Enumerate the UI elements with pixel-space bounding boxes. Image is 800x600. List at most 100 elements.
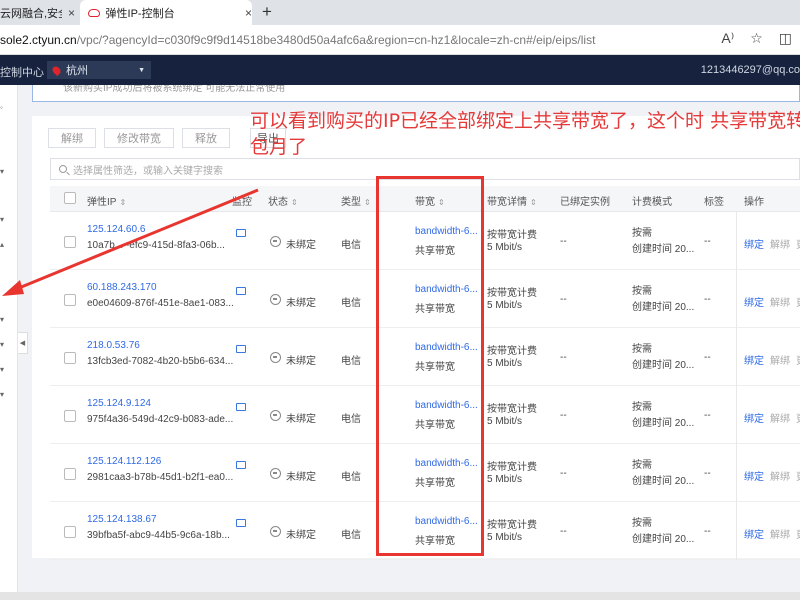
browser-tab-ctyun[interactable]: 云网融合,安全可 × — [0, 0, 80, 25]
eip-id: 2981caa3-b78b-45d1-b2f1-ea0... — [87, 472, 234, 483]
row-checkbox[interactable] — [64, 352, 76, 364]
created-time: 创建时间 20... — [632, 360, 695, 371]
eip-id: 10a7b... -efc9-415d-8fa3-06b... — [87, 240, 225, 251]
more-link[interactable]: 更 — [796, 414, 800, 425]
horizontal-scrollbar[interactable] — [0, 592, 800, 600]
bandwidth-size: 5 Mbit/s — [487, 358, 523, 369]
unbind-link[interactable]: 解绑 — [770, 240, 790, 251]
close-icon[interactable]: × — [68, 6, 75, 20]
monitor-icon[interactable] — [236, 519, 246, 527]
bound-instance: -- — [560, 294, 567, 305]
modify-bandwidth-button[interactable]: 修改带宽 — [104, 128, 174, 148]
tag-value: -- — [704, 468, 711, 479]
more-link[interactable]: 更 — [796, 298, 800, 309]
unbind-link[interactable]: 解绑 — [770, 356, 790, 367]
search-icon[interactable]: ◦ — [0, 103, 3, 112]
unbind-link[interactable]: 解绑 — [770, 298, 790, 309]
address-bar[interactable]: sole2.ctyun.cn/vpc/?agencyId=c030f9c9f9d… — [0, 25, 800, 55]
browser-tab-eip-console[interactable]: 弹性IP-控制台 × — [80, 0, 252, 25]
billing-mode: 按需 — [632, 228, 652, 239]
billing-mode: 按需 — [632, 460, 652, 471]
billing-mode: 按需 — [632, 344, 652, 355]
eip-address-link[interactable]: 218.0.53.76 — [87, 340, 140, 351]
chevron-down-icon[interactable]: ▾ — [0, 340, 4, 349]
monitor-icon[interactable] — [236, 403, 246, 411]
more-link[interactable]: 更 — [796, 356, 800, 367]
bind-link[interactable]: 绑定 — [744, 298, 764, 309]
bandwidth-billing: 按带宽计费 — [487, 288, 537, 299]
bind-link[interactable]: 绑定 — [744, 472, 764, 483]
bound-instance: -- — [560, 236, 567, 247]
release-button[interactable]: 释放 — [182, 128, 230, 148]
monitor-icon[interactable] — [236, 461, 246, 469]
chevron-down-icon[interactable]: ▾ — [0, 215, 4, 224]
region-selector[interactable]: 杭州 ▼ — [47, 61, 151, 79]
sort-icon: ⇕ — [119, 198, 127, 207]
more-link[interactable]: 更 — [796, 240, 800, 251]
chevron-down-icon[interactable]: ▾ — [0, 390, 4, 399]
chevron-up-icon[interactable]: ▴ — [0, 240, 4, 249]
chevron-down-icon[interactable]: ▾ — [0, 167, 4, 176]
account-name[interactable]: 1213446297@qq.co — [701, 64, 800, 76]
bind-link[interactable]: 绑定 — [744, 356, 764, 367]
ops-divider — [736, 212, 737, 270]
monitor-icon[interactable] — [236, 229, 246, 237]
eip-id: 39bfba5f-abc9-44b5-9c6a-18b... — [87, 530, 230, 541]
url-text[interactable]: sole2.ctyun.cn/vpc/?agencyId=c030f9c9f9d… — [0, 33, 595, 47]
more-link[interactable]: 更 — [796, 472, 800, 483]
bandwidth-size: 5 Mbit/s — [487, 532, 523, 543]
bind-link[interactable]: 绑定 — [744, 530, 764, 541]
row-checkbox[interactable] — [64, 410, 76, 422]
row-checkbox[interactable] — [64, 468, 76, 480]
ops-divider — [736, 444, 737, 502]
close-icon[interactable]: × — [245, 6, 252, 20]
search-placeholder: 选择属性筛选，或输入关键字搜索 — [73, 165, 223, 177]
created-time: 创建时间 20... — [632, 418, 695, 429]
eip-address-link[interactable]: 125.124.9.124 — [87, 398, 151, 409]
row-actions: 绑定解绑更 — [744, 468, 800, 483]
monitor-icon[interactable] — [236, 287, 246, 295]
eip-address-link[interactable]: 125.124.138.67 — [87, 514, 157, 525]
monitor-icon[interactable] — [236, 345, 246, 353]
status-text: 未绑定 — [286, 414, 316, 425]
col-type[interactable]: 类型 ⇕ — [341, 193, 371, 208]
bind-link[interactable]: 绑定 — [744, 414, 764, 425]
unbound-status-icon — [270, 294, 281, 305]
row-checkbox[interactable] — [64, 294, 76, 306]
unbind-link[interactable]: 解绑 — [770, 414, 790, 425]
new-tab-button[interactable]: + — [262, 2, 272, 22]
split-screen-icon[interactable]: ◫ — [779, 30, 792, 47]
unbind-link[interactable]: 解绑 — [770, 530, 790, 541]
col-bandwidth-detail[interactable]: 带宽详情 ⇕ — [487, 193, 537, 208]
tab-label: 云网融合,安全可 — [0, 7, 62, 20]
bandwidth-billing: 按带宽计费 — [487, 520, 537, 531]
console-home-link[interactable]: 控制中心 — [0, 64, 44, 80]
row-checkbox[interactable] — [64, 526, 76, 538]
carrier-type: 电信 — [341, 298, 361, 309]
tab-label: 弹性IP-控制台 — [105, 7, 175, 20]
col-status[interactable]: 状态 ⇕ — [268, 193, 298, 208]
row-actions: 绑定解绑更 — [744, 410, 800, 425]
eip-address-link[interactable]: 125.124.60.6 — [87, 224, 145, 235]
chevron-down-icon[interactable]: ▾ — [0, 315, 4, 324]
favorite-star-icon[interactable]: ☆ — [750, 30, 763, 47]
bound-instance: -- — [560, 468, 567, 479]
unbind-link[interactable]: 解绑 — [770, 472, 790, 483]
col-ip[interactable]: 弹性IP ⇕ — [87, 193, 126, 208]
eip-address-link[interactable]: 125.124.112.126 — [87, 456, 161, 467]
collapse-sidebar-button[interactable]: ◀ — [18, 332, 28, 354]
status-text: 未绑定 — [286, 530, 316, 541]
carrier-type: 电信 — [341, 240, 361, 251]
unbind-button[interactable]: 解绑 — [48, 128, 96, 148]
select-all-checkbox[interactable] — [64, 192, 76, 204]
chevron-down-icon[interactable]: ▾ — [0, 365, 4, 374]
bind-link[interactable]: 绑定 — [744, 240, 764, 251]
read-aloud-icon[interactable]: A⁾ — [721, 30, 734, 47]
row-checkbox[interactable] — [64, 236, 76, 248]
billing-mode: 按需 — [632, 518, 652, 529]
carrier-type: 电信 — [341, 472, 361, 483]
caret-down-icon: ▼ — [138, 66, 145, 74]
eip-address-link[interactable]: 60.188.243.170 — [87, 282, 157, 293]
more-link[interactable]: 更 — [796, 530, 800, 541]
carrier-type: 电信 — [341, 414, 361, 425]
